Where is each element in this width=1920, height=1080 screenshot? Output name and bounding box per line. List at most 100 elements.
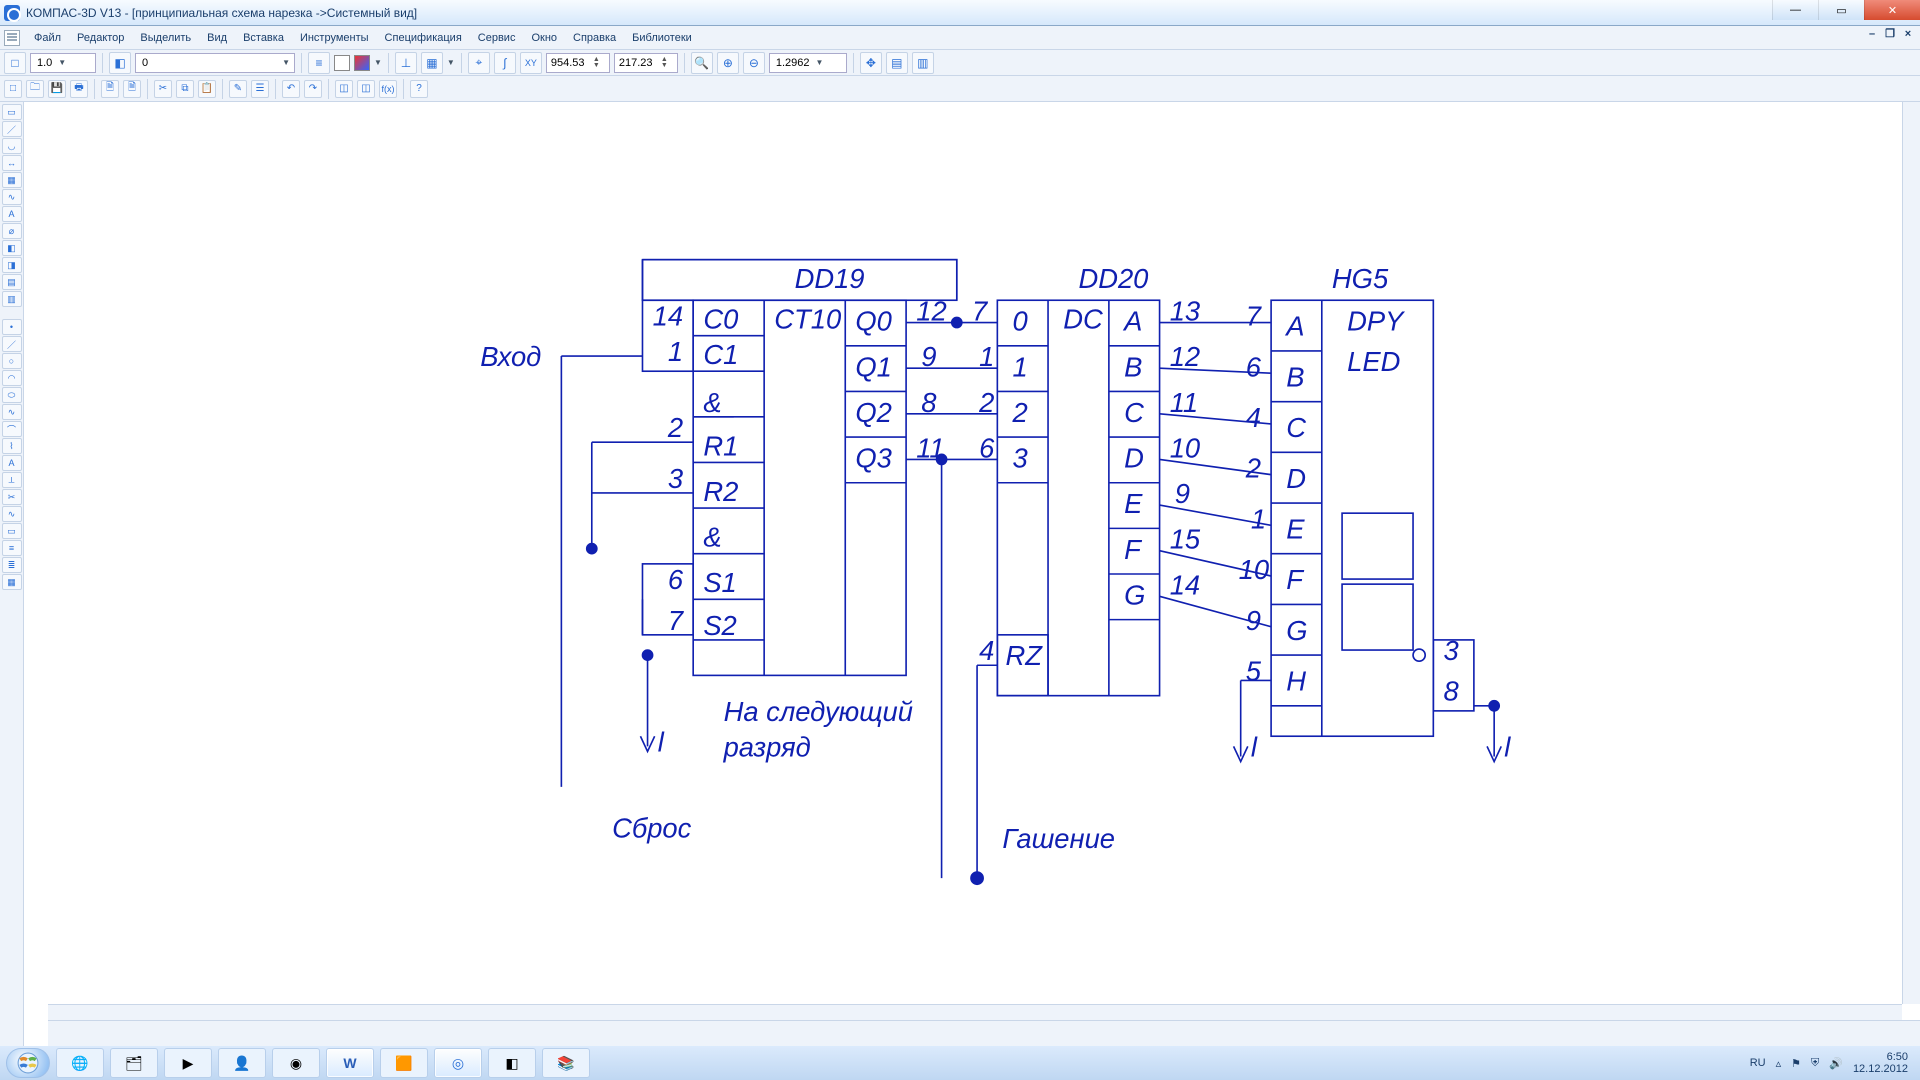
menu-view[interactable]: Вид xyxy=(199,29,235,47)
a1-button[interactable]: ◫ xyxy=(335,80,353,98)
tray-clock[interactable]: 6:50 12.12.2012 xyxy=(1853,1051,1914,1075)
tool-pointer[interactable]: ▭ xyxy=(2,104,22,120)
window-close-button[interactable]: ✕ xyxy=(1864,0,1920,20)
color-swatch[interactable] xyxy=(354,55,370,71)
tool-text[interactable]: A xyxy=(2,206,22,222)
menu-file[interactable]: Файл xyxy=(26,29,69,47)
tool-hatch[interactable]: ▦ xyxy=(2,172,22,188)
zoom-in-button[interactable]: ⊕ xyxy=(717,52,739,74)
horizontal-scrollbar[interactable] xyxy=(48,1004,1902,1020)
zoom-window-button[interactable]: 🔍 xyxy=(691,52,713,74)
tool-e[interactable]: • xyxy=(2,319,22,335)
tool-g[interactable]: ○ xyxy=(2,353,22,369)
menu-help[interactable]: Справка xyxy=(565,29,624,47)
tray-flag-icon[interactable]: ▵ xyxy=(1776,1057,1782,1070)
a2-button[interactable]: ◫ xyxy=(357,80,375,98)
snap-button[interactable]: ⌖ xyxy=(468,52,490,74)
ortho-button[interactable]: ⊥ xyxy=(395,52,417,74)
coord-y-field[interactable]: ▲▼ xyxy=(614,53,678,73)
props-button[interactable]: ☰ xyxy=(251,80,269,98)
tool-arc[interactable]: ◡ xyxy=(2,138,22,154)
copy-button[interactable]: ⧉ xyxy=(176,80,194,98)
coord-y-input[interactable] xyxy=(617,56,661,70)
open-button[interactable]: 🗀 xyxy=(26,80,44,98)
menu-window[interactable]: Окно xyxy=(523,29,565,47)
tool-b[interactable]: ◨ xyxy=(2,257,22,273)
taskbar-chrome[interactable]: ◉ xyxy=(272,1048,320,1078)
doc1-button[interactable]: 🗎 xyxy=(101,80,119,98)
zoom-combo[interactable]: 1.2962▼ xyxy=(769,53,847,73)
view1-button[interactable]: ▤ xyxy=(886,52,908,74)
tool-h[interactable]: ◠ xyxy=(2,370,22,386)
coord-x-field[interactable]: ▲▼ xyxy=(546,53,610,73)
taskbar-explorer[interactable]: 🗂 xyxy=(110,1048,158,1078)
menu-tools[interactable]: Инструменты xyxy=(292,29,377,47)
doc2-button[interactable]: 🗎 xyxy=(123,80,141,98)
taskbar-word[interactable]: W xyxy=(326,1048,374,1078)
menu-select[interactable]: Выделить xyxy=(132,29,199,47)
undo-button[interactable]: ↶ xyxy=(282,80,300,98)
layer-icon[interactable]: ◧ xyxy=(109,52,131,74)
menu-spec[interactable]: Спецификация xyxy=(377,29,470,47)
tool-sym[interactable]: ⌀ xyxy=(2,223,22,239)
dropdown-icon[interactable]: ▼ xyxy=(374,58,382,67)
mdi-close-button[interactable]: × xyxy=(1902,29,1914,41)
mdi-restore-button[interactable]: ❐ xyxy=(1884,29,1896,41)
taskbar-kompas[interactable]: ◎ xyxy=(434,1048,482,1078)
pan-button[interactable]: ✥ xyxy=(860,52,882,74)
tool-n[interactable]: ⟂ xyxy=(2,472,22,488)
save-button[interactable]: 💾 xyxy=(48,80,66,98)
window-maximize-button[interactable]: ▭ xyxy=(1818,0,1864,20)
tool-curve[interactable]: ∿ xyxy=(2,189,22,205)
paste-button[interactable]: 📋 xyxy=(198,80,216,98)
xy-button[interactable]: XY xyxy=(520,52,542,74)
bgcolor-swatch[interactable] xyxy=(334,55,350,71)
tray-network-icon[interactable]: ⛨ xyxy=(1811,1057,1819,1070)
snap2-button[interactable]: ∫ xyxy=(494,52,516,74)
brush-button[interactable]: ✎ xyxy=(229,80,247,98)
tool-m[interactable]: A xyxy=(2,455,22,471)
menu-service[interactable]: Сервис xyxy=(470,29,524,47)
tool-r[interactable]: ≡ xyxy=(2,540,22,556)
tool-l[interactable]: ⌇ xyxy=(2,438,22,454)
grid-button[interactable]: ▦ xyxy=(421,52,443,74)
drawing-canvas[interactable]: DD19 DD20 HG5 CT10 DC DPY LED Вход На сл… xyxy=(24,102,1920,1046)
menu-insert[interactable]: Вставка xyxy=(235,29,292,47)
tool-a[interactable]: ◧ xyxy=(2,240,22,256)
vertical-scrollbar[interactable] xyxy=(1902,102,1920,1004)
tool-s[interactable]: ≣ xyxy=(2,557,22,573)
start-button[interactable] xyxy=(6,1048,50,1078)
taskbar-app3[interactable]: ◧ xyxy=(488,1048,536,1078)
tool-d[interactable]: ▥ xyxy=(2,291,22,307)
print-button[interactable]: 🖶 xyxy=(70,80,88,98)
tray-volume-icon[interactable]: 🔊 xyxy=(1829,1057,1843,1070)
zoom-out-button[interactable]: ⊖ xyxy=(743,52,765,74)
fx-button[interactable]: f(x) xyxy=(379,80,397,98)
new2-button[interactable]: □ xyxy=(4,80,22,98)
redo-button[interactable]: ↷ xyxy=(304,80,322,98)
taskbar-winrar[interactable]: 📚 xyxy=(542,1048,590,1078)
coord-x-input[interactable] xyxy=(549,56,593,70)
cut-button[interactable]: ✂ xyxy=(154,80,172,98)
tool-c[interactable]: ▤ xyxy=(2,274,22,290)
tool-p[interactable]: ∿ xyxy=(2,506,22,522)
taskbar-app1[interactable]: 👤 xyxy=(218,1048,266,1078)
tray-action-center-icon[interactable]: ⚑ xyxy=(1791,1057,1801,1070)
tool-j[interactable]: ∿ xyxy=(2,404,22,420)
view2-button[interactable]: ▥ xyxy=(912,52,934,74)
scale-combo[interactable]: 1.0▼ xyxy=(30,53,96,73)
tool-line[interactable]: ／ xyxy=(2,121,22,137)
dropdown-icon[interactable]: ▼ xyxy=(447,58,455,67)
tool-dim[interactable]: ↔ xyxy=(2,155,22,171)
mdi-minimize-button[interactable]: – xyxy=(1866,29,1878,41)
line-style-button[interactable]: ≡ xyxy=(308,52,330,74)
tray-lang[interactable]: RU xyxy=(1750,1057,1766,1069)
tool-k[interactable]: ⌒ xyxy=(2,421,22,437)
menu-libs[interactable]: Библиотеки xyxy=(624,29,700,47)
tool-t[interactable]: ▦ xyxy=(2,574,22,590)
tool-f[interactable]: ／ xyxy=(2,336,22,352)
help-button[interactable]: ? xyxy=(410,80,428,98)
tool-o[interactable]: ✂ xyxy=(2,489,22,505)
layer-combo[interactable]: 0▼ xyxy=(135,53,295,73)
menu-editor[interactable]: Редактор xyxy=(69,29,132,47)
